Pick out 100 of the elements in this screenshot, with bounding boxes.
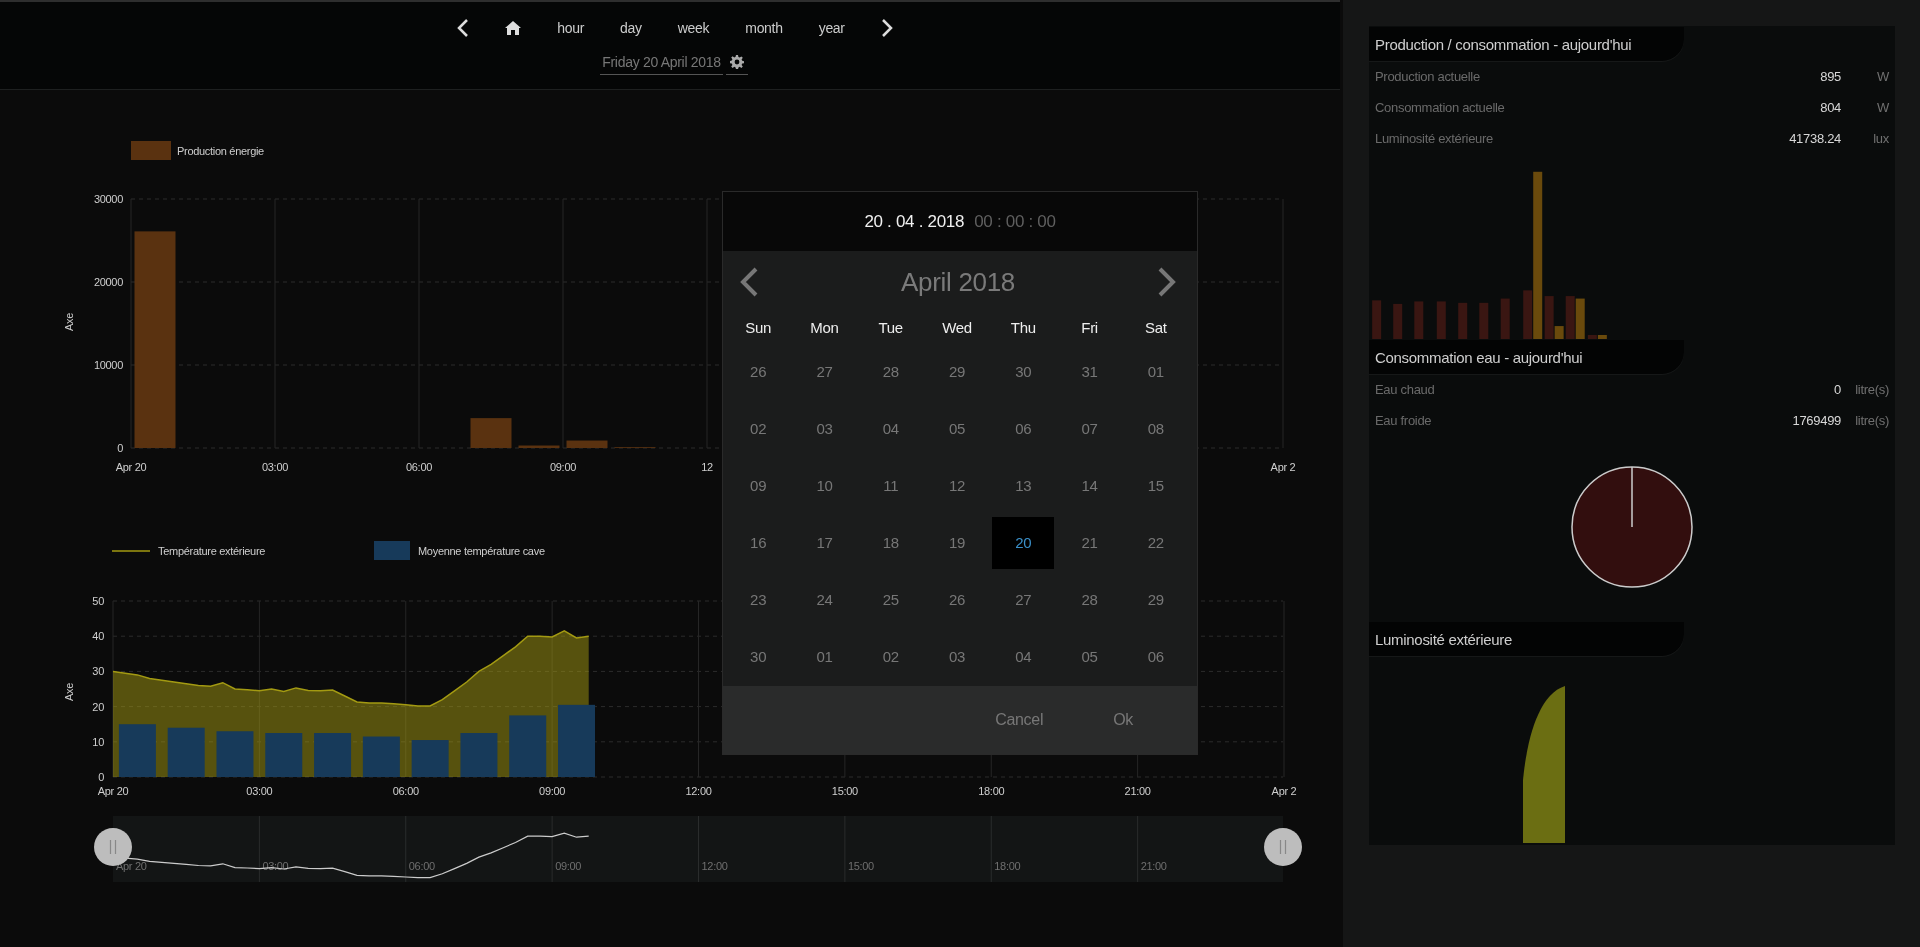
day-cell[interactable]: 01 [793, 630, 856, 683]
period-button[interactable]: year [818, 20, 845, 36]
day-cell[interactable]: 01 [1124, 345, 1187, 398]
day-cell[interactable]: 30 [992, 345, 1055, 398]
row-value: 895 [1820, 69, 1841, 84]
period-button[interactable]: hour [557, 20, 585, 36]
legend-label[interactable]: Production énergie [177, 145, 264, 157]
selected-date: 20 . 04 . 2018 [864, 211, 965, 232]
bar [470, 418, 512, 448]
day-cell[interactable]: 10 [793, 459, 856, 512]
axis-title: Axe [63, 682, 75, 702]
day-cell[interactable]: 11 [859, 459, 922, 512]
day-cell[interactable]: 07 [1058, 402, 1121, 455]
axis-tick-label: Apr 20 [115, 461, 147, 473]
range-handle[interactable] [94, 828, 132, 866]
day-cell[interactable]: 08 [1124, 402, 1187, 455]
day-cell[interactable]: 06 [1124, 630, 1187, 683]
panel-title: Production / consommation - aujourd'hui [1369, 27, 1684, 61]
bar [460, 733, 498, 777]
period-button[interactable]: day [620, 20, 642, 36]
weekday-label: Fri [1080, 318, 1099, 338]
weekday-label: Tue [877, 318, 904, 338]
day-cell[interactable]: 24 [793, 573, 856, 626]
axis-tick-label: 40 [92, 630, 104, 643]
day-cell[interactable]: 04 [859, 402, 922, 455]
axis-tick-label: 20000 [93, 276, 123, 288]
axis-tick-label: 06:00 [406, 461, 432, 473]
day-cell[interactable]: 29 [1124, 573, 1187, 626]
day-cell[interactable]: 20 [992, 516, 1055, 569]
axis-tick-label: 03:00 [262, 461, 288, 473]
day-cell[interactable]: 23 [727, 573, 790, 626]
selected-time[interactable]: 00 : 00 : 00 [974, 211, 1056, 232]
dialog-button[interactable]: Ok [1107, 703, 1139, 737]
axis-tick-label: 10 [92, 735, 104, 748]
day-cell[interactable]: 25 [859, 573, 922, 626]
axis-tick-label: 10000 [93, 359, 123, 371]
legend-label[interactable]: Température extérieure [158, 545, 266, 557]
day-cell[interactable]: 29 [926, 345, 988, 398]
panel-title: Luminosité extérieure [1369, 622, 1684, 656]
legend-label[interactable]: Moyenne température cave [418, 545, 545, 557]
bar [362, 736, 400, 777]
axis-tick-label: 30 [92, 665, 104, 678]
day-cell[interactable]: 26 [727, 345, 790, 398]
navigator-label: 09:00 [555, 860, 582, 872]
range-handle[interactable] [1264, 828, 1302, 866]
day-cell[interactable]: 22 [1124, 516, 1187, 569]
previous-month-button[interactable] [739, 267, 759, 297]
navigator-label: 21:00 [1140, 860, 1167, 872]
day-cell[interactable]: 27 [992, 573, 1055, 626]
bar [1575, 298, 1585, 339]
period-button[interactable]: week [677, 20, 710, 36]
next-month-button[interactable] [1157, 267, 1177, 297]
axis-tick-label: 30000 [93, 193, 123, 205]
day-cell[interactable]: 03 [926, 630, 988, 683]
day-cell[interactable]: 02 [727, 402, 790, 455]
navigator-label: 12:00 [701, 860, 728, 872]
dialog-button[interactable]: Cancel [989, 703, 1050, 737]
day-cell[interactable]: 04 [992, 630, 1055, 683]
day-cell[interactable]: 30 [727, 630, 790, 683]
day-cell[interactable]: 14 [1058, 459, 1121, 512]
date-field[interactable]: Friday 20 April 2018 [600, 54, 723, 75]
day-cell[interactable]: 09 [727, 459, 790, 512]
day-cell[interactable]: 13 [992, 459, 1055, 512]
day-cell[interactable]: 17 [793, 516, 856, 569]
row-unit: litre(s) [1854, 413, 1889, 428]
day-cell[interactable]: 27 [793, 345, 856, 398]
row-value: 0 [1834, 382, 1841, 397]
bar [1436, 301, 1446, 339]
period-button[interactable]: month [745, 20, 783, 36]
bar [118, 724, 156, 777]
day-cell[interactable]: 28 [859, 345, 922, 398]
day-cell[interactable]: 28 [1058, 573, 1121, 626]
day-cell[interactable]: 15 [1124, 459, 1187, 512]
day-cell[interactable]: 05 [926, 402, 988, 455]
range-navigator[interactable] [113, 816, 1283, 882]
day-cell[interactable]: 26 [926, 573, 988, 626]
axis-tick-label: 20 [92, 700, 104, 713]
day-cell[interactable]: 06 [992, 402, 1055, 455]
next-button[interactable] [880, 19, 893, 37]
row-label: Production actuelle [1375, 69, 1481, 84]
day-cell[interactable]: 02 [859, 630, 922, 683]
day-cell[interactable]: 12 [926, 459, 988, 512]
bar [411, 740, 449, 777]
day-cell[interactable]: 16 [727, 516, 790, 569]
day-cell[interactable]: 18 [859, 516, 922, 569]
navigator-label: 18:00 [994, 860, 1021, 872]
navigator-label: 06:00 [408, 860, 435, 872]
day-cell[interactable]: 05 [1058, 630, 1121, 683]
bar [265, 733, 303, 777]
day-cell[interactable]: 31 [1058, 345, 1121, 398]
weekday-label: Sun [744, 318, 773, 338]
settings-button[interactable] [725, 55, 748, 75]
day-cell[interactable]: 19 [926, 516, 988, 569]
row-unit: litre(s) [1854, 382, 1889, 397]
day-cell[interactable]: 03 [793, 402, 856, 455]
home-button[interactable] [505, 21, 522, 35]
previous-button[interactable] [457, 19, 470, 37]
day-cell[interactable]: 21 [1058, 516, 1121, 569]
row-label: Consommation actuelle [1375, 100, 1506, 115]
axis-tick-label: 21:00 [1124, 785, 1151, 797]
